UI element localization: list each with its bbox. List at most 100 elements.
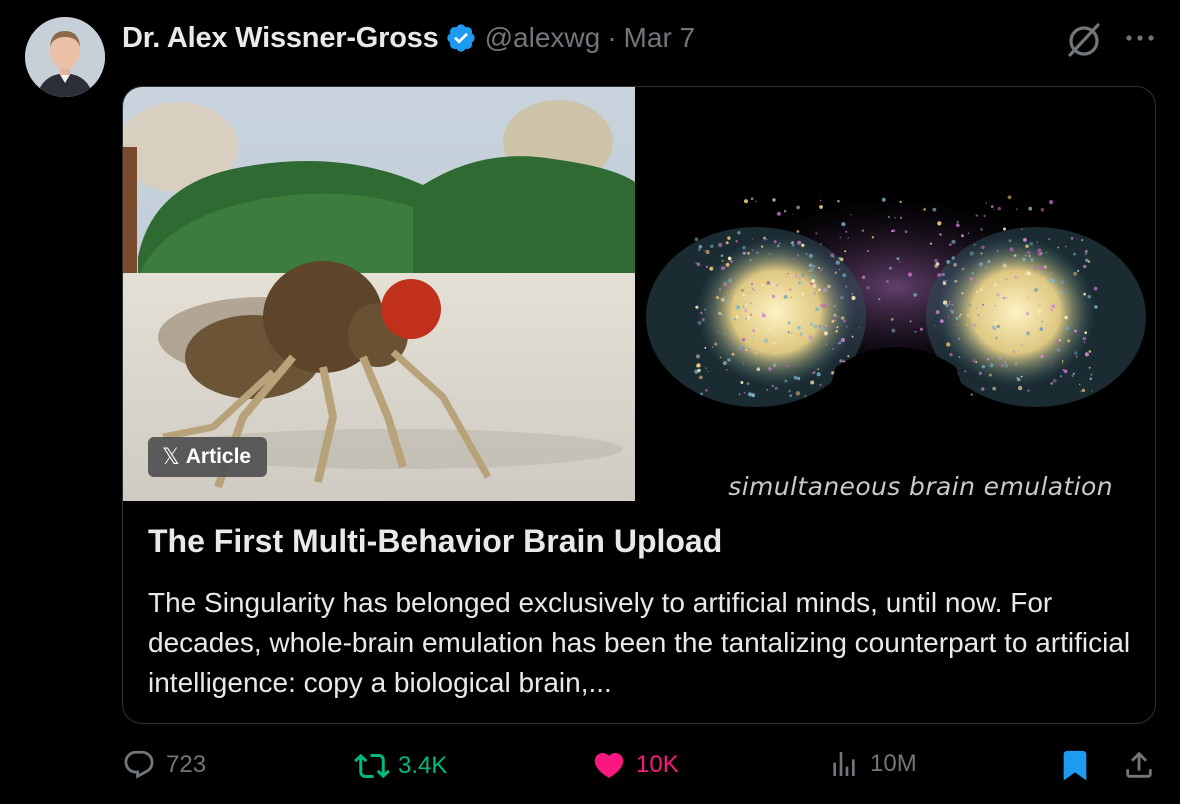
brain-speckle — [1077, 269, 1080, 272]
brain-speckle — [1065, 326, 1070, 331]
avatar[interactable] — [25, 17, 105, 97]
brain-speckle — [744, 309, 748, 312]
post-date[interactable]: Mar 7 — [624, 22, 696, 54]
brain-speckle — [822, 326, 827, 331]
brain-speckle — [958, 356, 961, 358]
brain-speckle — [811, 275, 816, 279]
brain-speckle — [1033, 267, 1037, 271]
brain-speckle — [1067, 339, 1071, 343]
brain-speckle — [743, 303, 748, 308]
brain-speckle — [719, 288, 721, 291]
reply-button[interactable]: 723 — [122, 748, 206, 782]
brain-speckle — [1087, 295, 1091, 299]
brain-speckle — [1080, 390, 1082, 393]
brain-speckle — [980, 228, 983, 231]
brain-speckle — [955, 317, 959, 320]
repost-button[interactable]: 3.4K — [354, 748, 447, 784]
brain-speckle — [851, 295, 856, 301]
brain-speckle — [1049, 200, 1054, 205]
brain-speckle — [799, 332, 803, 336]
bookmark-button[interactable] — [1058, 748, 1092, 782]
brain-speckle — [721, 259, 724, 262]
brain-speckle — [1028, 254, 1031, 258]
share-button[interactable] — [1122, 748, 1156, 782]
brain-speckle — [1024, 254, 1027, 257]
brain-speckle — [750, 350, 753, 353]
brain-speckle — [832, 256, 835, 258]
brain-speckle — [766, 389, 768, 391]
brain-speckle — [1002, 263, 1007, 268]
article-badge-label: Article — [185, 445, 252, 468]
analytics-icon — [828, 748, 860, 780]
brain-speckle — [838, 341, 842, 345]
author-handle[interactable]: @alexwg — [485, 22, 601, 54]
brain-speckle — [972, 359, 976, 363]
brain-speckle — [721, 313, 724, 316]
brain-speckle — [956, 324, 959, 326]
brain-speckle — [1037, 251, 1042, 257]
brain-speckle — [820, 243, 822, 245]
brain-speckle — [946, 260, 951, 264]
brain-speckle — [742, 293, 745, 297]
brain-speckle — [815, 232, 818, 235]
brain-speckle — [743, 391, 746, 394]
brain-speckle — [1094, 305, 1098, 309]
brain-speckle — [810, 282, 814, 286]
brain-speckle — [703, 250, 706, 252]
brain-speckle — [1013, 264, 1015, 266]
brain-speckle — [1082, 336, 1087, 341]
brain-speckle — [697, 368, 701, 373]
brain-speckle — [985, 202, 987, 204]
brain-speckle — [951, 256, 955, 260]
brain-speckle — [815, 307, 819, 311]
article-card[interactable]: 𝕏 Article simultaneous brain emulation T… — [122, 86, 1156, 724]
brain-speckle — [804, 395, 807, 398]
brain-speckle — [835, 260, 840, 265]
brain-speckle — [797, 376, 801, 381]
brain-speckle — [946, 279, 948, 282]
brain-speckle — [727, 358, 731, 362]
more-options-icon[interactable] — [1122, 28, 1158, 48]
brain-speckle — [723, 281, 728, 287]
brain-speckle — [1009, 247, 1014, 252]
brain-speckle — [837, 343, 839, 345]
brain-speckle — [939, 319, 944, 323]
brain-speckle — [712, 265, 715, 267]
brain-speckle — [935, 310, 940, 315]
brain-speckle — [834, 319, 837, 322]
brain-speckle — [1013, 254, 1017, 257]
brain-speckle — [695, 262, 698, 264]
brain-speckle — [949, 243, 952, 246]
brain-speckle — [1050, 308, 1053, 311]
brain-speckle — [790, 296, 792, 298]
brain-speckle — [998, 356, 1002, 360]
brain-speckle — [975, 214, 978, 217]
brain-speckle — [817, 266, 821, 269]
brain-speckle — [1004, 361, 1007, 364]
brain-speckle — [839, 359, 843, 363]
views-button[interactable]: 10M — [828, 748, 917, 780]
brain-speckle — [764, 239, 766, 241]
grok-icon[interactable] — [1064, 20, 1104, 60]
brain-speckle — [858, 327, 860, 329]
article-title[interactable]: The First Multi-Behavior Brain Upload — [148, 523, 722, 560]
like-button[interactable]: 10K — [592, 748, 679, 782]
brain-speckle — [1003, 227, 1006, 231]
brain-speckle — [954, 279, 958, 283]
brain-speckle — [913, 293, 917, 297]
brain-speckle — [773, 240, 777, 244]
brain-speckle — [785, 275, 787, 278]
author-name[interactable]: Dr. Alex Wissner-Gross — [122, 22, 439, 55]
brain-speckle — [794, 274, 799, 279]
brain-speckle — [1055, 339, 1059, 343]
brain-speckle — [776, 211, 781, 216]
brain-speckle — [701, 318, 705, 322]
brain-speckle — [1017, 385, 1023, 391]
brain-speckle — [707, 370, 709, 372]
brain-speckle — [1027, 250, 1031, 255]
brain-speckle — [851, 335, 854, 338]
brain-speckle — [1075, 355, 1078, 358]
brain-speckle — [1016, 376, 1019, 379]
brain-speckle — [1050, 363, 1052, 365]
brain-speckle — [730, 260, 733, 263]
